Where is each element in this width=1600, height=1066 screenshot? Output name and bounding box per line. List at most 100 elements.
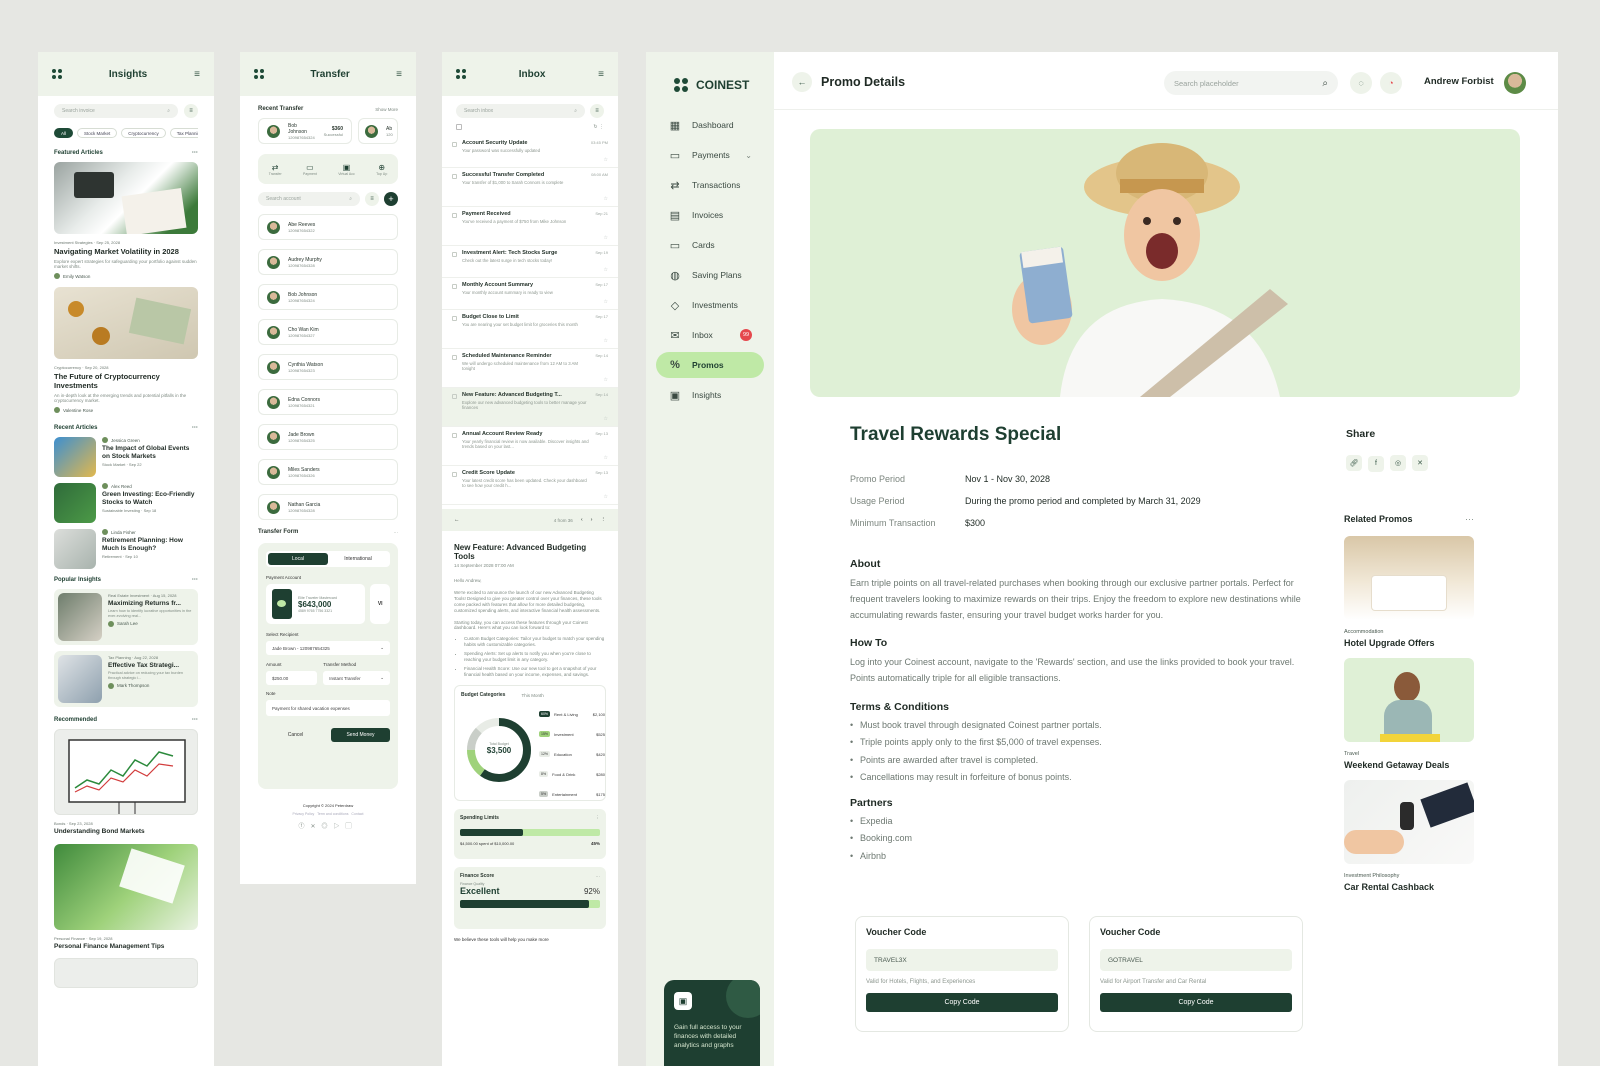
header-search-input[interactable]: Search placeholder ⌕ xyxy=(1164,71,1338,95)
inbox-item[interactable]: Scheduled Maintenance Reminder Sep 14 We w… xyxy=(442,349,618,388)
item-checkbox[interactable] xyxy=(452,213,457,218)
sidebar-item-cards[interactable]: ▭ Cards xyxy=(656,232,764,258)
insights-search-input[interactable]: Search invoice ⌕ xyxy=(54,104,178,118)
next-icon[interactable]: › xyxy=(591,517,593,523)
action-virtual-acc[interactable]: ▣ Virtual Acc xyxy=(338,163,354,176)
recipient-item[interactable]: Cho Wan Kim 120987654327 xyxy=(258,319,398,345)
related-image-travel[interactable] xyxy=(1344,658,1474,742)
popular-insight-title[interactable]: Maximizing Returns fr... xyxy=(108,600,194,607)
inbox-item[interactable]: Payment Received Sep 21 You've received a … xyxy=(442,207,618,246)
recipient-item[interactable]: Audrey Murphy 120987654328 xyxy=(258,249,398,275)
related-title[interactable]: Weekend Getaway Deals xyxy=(1344,760,1474,770)
recent-transfer-card[interactable]: Bob Johnson 120987654324 $360 Successful xyxy=(258,118,352,144)
more-icon[interactable]: ··· xyxy=(192,150,198,156)
sidebar-item-transactions[interactable]: ⇄ Transactions xyxy=(656,172,764,198)
note-input[interactable]: Payment for shared vacation expenses xyxy=(266,700,390,716)
recipient-item[interactable]: Jade Brown 120987654325 xyxy=(258,424,398,450)
copy-code-button[interactable]: Copy Code xyxy=(866,993,1058,1012)
item-checkbox[interactable] xyxy=(452,252,457,257)
sidebar-item-insights[interactable]: ▣ Insights xyxy=(656,382,764,408)
sidebar-item-promos[interactable]: % Promos xyxy=(656,352,764,378)
recipient-item[interactable]: Edna Connors 120987654321 xyxy=(258,389,398,415)
refresh-icon[interactable]: ↻ ⋮ xyxy=(593,124,604,130)
star-icon[interactable]: ☆ xyxy=(604,267,608,273)
popular-insight-item[interactable]: Tax Planning · Aug 22, 2028 Effective Tax… xyxy=(54,651,198,708)
star-icon[interactable]: ☆ xyxy=(604,157,608,163)
x-icon[interactable]: ✕ xyxy=(310,824,321,830)
featured-image-2[interactable] xyxy=(54,287,198,360)
recommended-image-1[interactable] xyxy=(54,729,198,816)
youtube-icon[interactable]: ▷ xyxy=(334,824,346,830)
back-arrow-icon[interactable]: ← xyxy=(454,517,460,523)
terms-link[interactable]: Term and conditions xyxy=(317,812,348,816)
featured-1-title[interactable]: Navigating Market Volatility in 2028 xyxy=(54,247,198,257)
recommended-image-3[interactable] xyxy=(54,958,198,989)
sidebar-item-investments[interactable]: ◇ Investments xyxy=(656,292,764,318)
copy-code-button[interactable]: Copy Code xyxy=(1100,993,1292,1012)
select-all-checkbox[interactable] xyxy=(456,124,462,130)
related-title[interactable]: Hotel Upgrade Offers xyxy=(1344,638,1474,648)
contact-link[interactable]: Contact xyxy=(351,812,363,816)
chat-icon[interactable]: ◌ xyxy=(1350,72,1372,94)
sidebar-item-dashboard[interactable]: ▦ Dashboard xyxy=(656,112,764,138)
star-icon[interactable]: ☆ xyxy=(604,299,608,305)
facebook-icon[interactable]: f xyxy=(1368,455,1384,472)
sidebar-item-invoices[interactable]: ▤ Invoices xyxy=(656,202,764,228)
recent-article-title[interactable]: The Impact of Global Events on Stock Mar… xyxy=(102,445,198,460)
item-checkbox[interactable] xyxy=(452,472,457,477)
inbox-item[interactable]: Account Security Update 03:45 PM Your pass… xyxy=(442,136,618,168)
recipient-item[interactable]: Abe Reeves 120987654322 xyxy=(258,214,398,240)
star-icon[interactable]: ☆ xyxy=(604,235,608,241)
more-icon[interactable]: ··· xyxy=(596,874,601,879)
bell-icon[interactable]: ◔ xyxy=(1380,72,1402,94)
item-checkbox[interactable] xyxy=(452,316,457,321)
recent-article-item[interactable]: Alex Reed Green Investing: Eco-Friendly S… xyxy=(54,483,198,524)
popular-insight-title[interactable]: Effective Tax Strategi... xyxy=(108,662,194,669)
inbox-search-input[interactable]: Search inbox ⌕ xyxy=(456,104,585,118)
more-icon[interactable]: ··· xyxy=(1465,514,1474,524)
item-checkbox[interactable] xyxy=(452,284,457,289)
recipient-item[interactable]: Bob Johnson 120987654324 xyxy=(258,284,398,310)
recommended-2-title[interactable]: Personal Finance Management Tips xyxy=(54,943,198,950)
account-search-input[interactable]: Search account ⌕ xyxy=(258,192,360,206)
link-icon[interactable]: 🔗︎ xyxy=(1346,455,1362,471)
user-name[interactable]: Andrew Forbist xyxy=(1424,76,1494,87)
show-more-link[interactable]: Show More xyxy=(375,107,398,112)
star-icon[interactable]: ☆ xyxy=(604,377,608,383)
back-arrow-icon[interactable]: ← xyxy=(792,72,812,92)
recent-article-item[interactable]: Linda Fisher Retirement Planning: How Muc… xyxy=(54,529,198,570)
inbox-item[interactable]: Successful Transfer Completed 08:00 AM You… xyxy=(442,168,618,207)
chip-cryptocurrency[interactable]: Cryptocurrency xyxy=(121,128,166,138)
payment-card-2[interactable]: VI xyxy=(370,584,390,624)
star-icon[interactable]: ☆ xyxy=(604,416,608,422)
x-icon[interactable]: ✕ xyxy=(1412,455,1428,471)
recipient-item[interactable]: Cynthia Watson 120987654323 xyxy=(258,354,398,380)
related-title[interactable]: Car Rental Cashback xyxy=(1344,882,1474,892)
recommended-1-title[interactable]: Understanding Bond Markets xyxy=(54,828,198,835)
more-icon[interactable]: ··· xyxy=(394,530,399,535)
inbox-item[interactable]: New Feature: Advanced Budgeting T... Sep … xyxy=(442,388,618,427)
instagram-icon[interactable]: ◎ xyxy=(1390,455,1406,471)
partner-link[interactable]: Booking.com xyxy=(850,830,1310,848)
partner-link[interactable]: Airbnb xyxy=(850,848,1310,866)
item-checkbox[interactable] xyxy=(452,174,457,179)
item-checkbox[interactable] xyxy=(452,142,457,147)
recent-article-title[interactable]: Retirement Planning: How Much Is Enough? xyxy=(102,537,198,552)
chip-stock-market[interactable]: Stock Market xyxy=(77,128,118,138)
related-image-hotel[interactable] xyxy=(1344,536,1474,620)
item-checkbox[interactable] xyxy=(452,433,457,438)
recipient-select[interactable]: Jade Brown - 120987654325 ⌄ xyxy=(266,641,390,655)
inbox-item[interactable]: Investment Alert: Tech Stocks Surge Sep 1… xyxy=(442,246,618,278)
recipient-item[interactable]: Miles Sanders 120987654326 xyxy=(258,459,398,485)
chip-all[interactable]: All xyxy=(54,128,74,138)
avatar[interactable] xyxy=(1504,72,1526,94)
linkedin-icon[interactable]: ▢ xyxy=(346,824,358,830)
amount-input[interactable]: $250.00 xyxy=(266,671,318,685)
more-icon[interactable]: ⋮ xyxy=(596,815,601,821)
menu-icon[interactable]: ≡ xyxy=(396,69,402,80)
inbox-item[interactable]: Budget Close to Limit Sep 17 You are neari… xyxy=(442,310,618,349)
sidebar-item-payments[interactable]: ▭ Payments ⌄ xyxy=(656,142,764,168)
inbox-item[interactable]: Monthly Account Summary Sep 17 Your monthl… xyxy=(442,278,618,310)
recent-transfer-card-2[interactable]: Ab 120 xyxy=(358,118,398,144)
sidebar-item-saving-plans[interactable]: ◍ Saving Plans xyxy=(656,262,764,288)
